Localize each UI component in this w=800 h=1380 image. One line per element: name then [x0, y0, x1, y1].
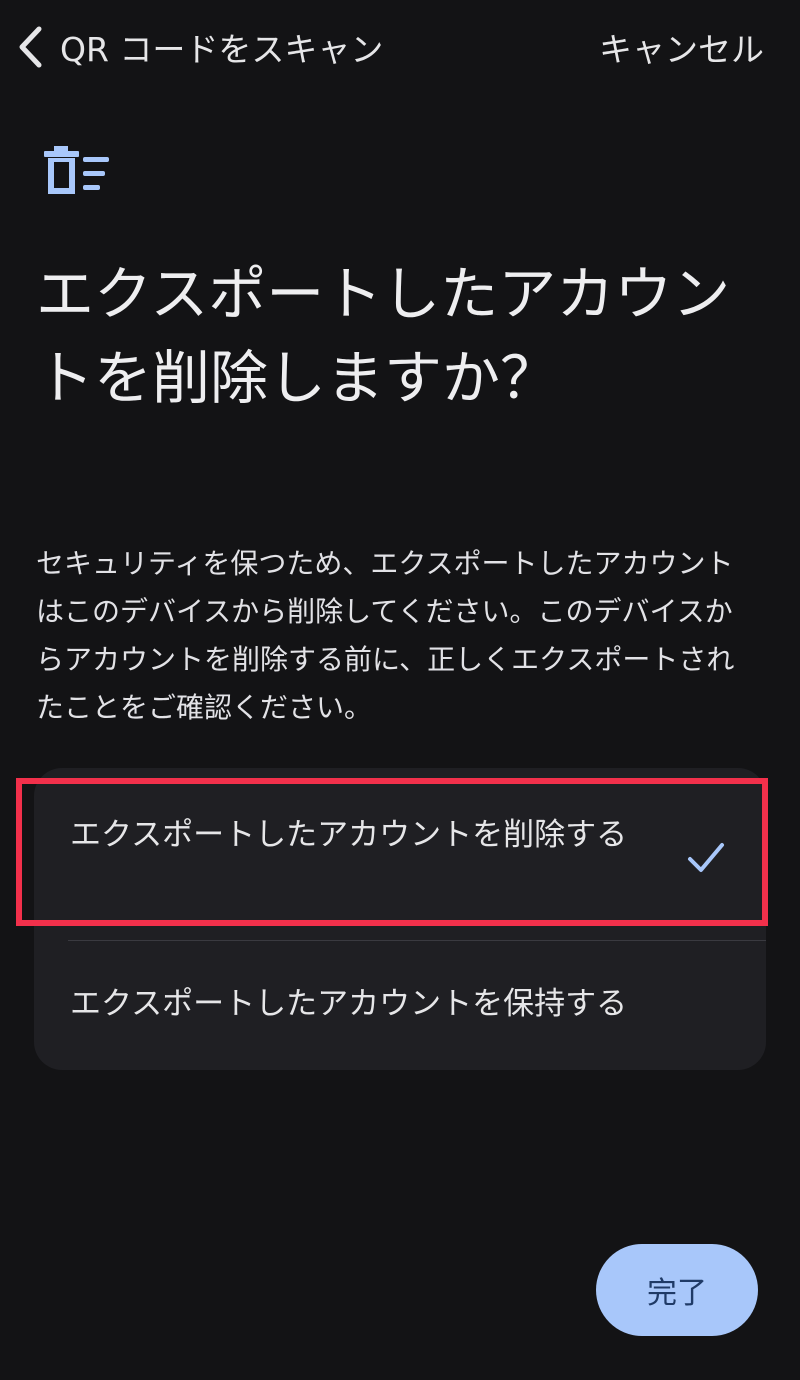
back-button-label: QR コードをスキャン [60, 30, 384, 69]
option-delete-accounts[interactable]: エクスポートしたアカウントを削除する [34, 790, 766, 936]
page-title: エクスポートしたアカウントを削除しますか？ [36, 260, 731, 412]
chevron-left-icon [14, 22, 46, 72]
top-app-bar: QR コードをスキャン キャンセル [0, 0, 800, 95]
back-button[interactable]: QR コードをスキャン [14, 22, 383, 72]
option-keep-accounts[interactable]: エクスポートしたアカウントを保持する [34, 941, 766, 1070]
done-button[interactable]: 完了 [596, 1244, 758, 1336]
options-card: エクスポートしたアカウントを削除する エクスポートしたアカウントを保持する [34, 768, 766, 1070]
page-description: セキュリティを保つため、エクスポートしたアカウントはこのデバイスから削除してくだ… [36, 547, 735, 724]
delete-list-icon [42, 144, 114, 200]
check-icon [684, 836, 728, 880]
option-keep-label: エクスポートしたアカウントを保持する [70, 986, 628, 1022]
cancel-button[interactable]: キャンセル [599, 22, 764, 72]
option-delete-label: エクスポートしたアカウントを削除する [70, 817, 628, 853]
